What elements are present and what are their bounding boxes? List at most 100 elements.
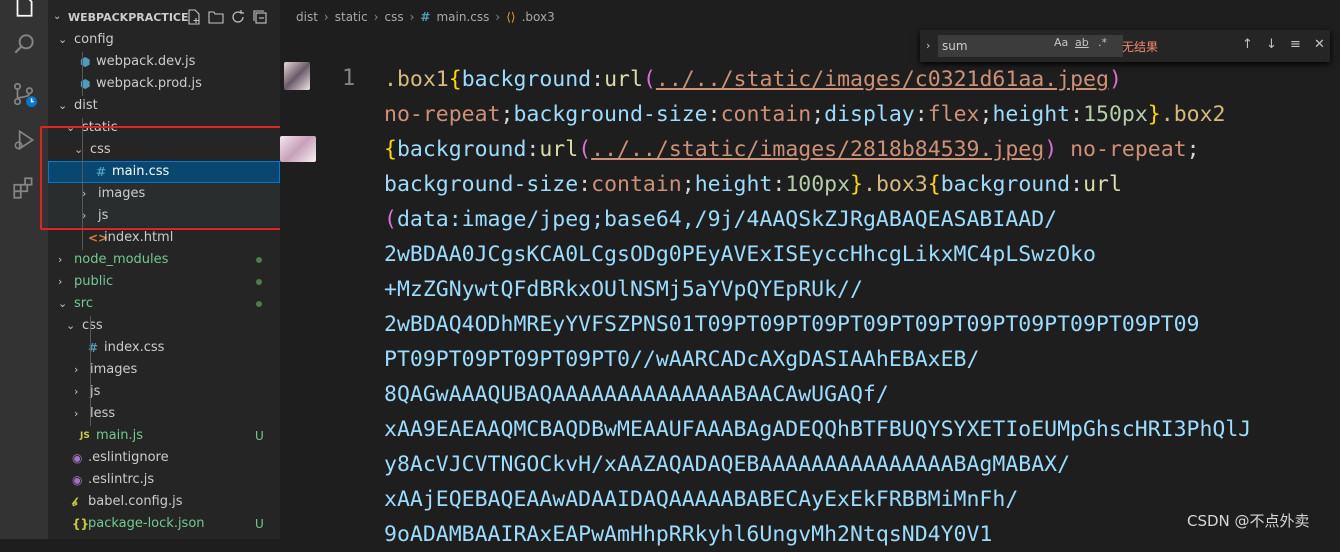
find-input[interactable]: sum [938, 35, 1123, 57]
collapse-all-icon[interactable] [252, 9, 268, 25]
tree-item[interactable]: ◉ .eslintrc.js [48, 469, 280, 491]
find-result-count: 无结果 [1122, 40, 1159, 54]
css-file-icon: # [420, 10, 431, 24]
code-line: 2wBDAA0JCgsKCA0LCgsODg0PEyAVExISEyccHhcg… [384, 242, 1096, 267]
chevron-right-icon[interactable]: › [74, 403, 78, 425]
tree-item[interactable]: › node_modules [48, 249, 280, 271]
tree-item[interactable]: {} package-lock.json U [48, 513, 280, 535]
find-query[interactable]: sum [942, 39, 968, 53]
file-type-icon: # [96, 165, 107, 179]
breadcrumb-symbol[interactable]: .box3 [522, 10, 555, 24]
code-line: background-size:contain;height:100px}.bo… [384, 172, 1122, 197]
tree-item[interactable]: ⌄ config [48, 29, 280, 51]
whole-word-toggle[interactable]: ab [1075, 36, 1089, 49]
indent-guide [82, 52, 83, 96]
tree-item-label: static [82, 120, 118, 135]
activity-bar [0, 0, 48, 539]
tree-item[interactable]: › less [48, 403, 280, 425]
tree-item-label: webpack.dev.js [96, 54, 196, 69]
chevron-down-icon[interactable]: ⌄ [66, 117, 75, 139]
find-widget: › sum Aa ab .* 无结果 ↑ ↓ ≡ ✕ [920, 30, 1330, 62]
breadcrumb-item[interactable]: dist [296, 10, 318, 24]
tree-item-label: css [82, 318, 103, 333]
file-type-icon: 𝒷 [72, 495, 78, 509]
workspace-title: WEBPACKPRACTICE [68, 11, 189, 24]
code-content[interactable]: .box1{background:url(../../static/images… [384, 62, 1340, 552]
file-type-icon: {} [72, 517, 90, 531]
tree-item-label: webpack.prod.js [96, 76, 202, 91]
tree-item[interactable]: # index.css [48, 337, 280, 359]
refresh-icon[interactable] [230, 9, 246, 25]
new-folder-icon[interactable] [208, 9, 224, 25]
tree-item-label: index.html [104, 230, 174, 245]
explorer-header[interactable]: ⌄ WEBPACKPRACTICE [48, 8, 280, 28]
file-type-icon: JS [80, 431, 90, 441]
match-case-toggle[interactable]: Aa [1054, 36, 1068, 49]
chevron-right-icon: › [373, 10, 379, 24]
tree-item[interactable]: ⌄ src [48, 293, 280, 315]
chevron-right-icon[interactable]: › [926, 39, 930, 52]
chevron-right-icon: › [495, 10, 501, 24]
tree-item[interactable]: 𝒷 babel.config.js [48, 491, 280, 513]
tree-item-label: config [74, 32, 114, 47]
regex-toggle[interactable]: .* [1098, 36, 1107, 49]
source-control-icon[interactable] [10, 80, 38, 108]
close-icon[interactable]: ✕ [1314, 37, 1325, 52]
search-icon[interactable] [10, 30, 38, 58]
tree-item-label: main.css [112, 164, 170, 179]
tree-item-label: node_modules [74, 252, 169, 267]
tree-item[interactable]: › public [48, 271, 280, 293]
chevron-right-icon[interactable]: › [74, 381, 78, 403]
chevron-down-icon[interactable]: ⌄ [58, 95, 67, 117]
tree-item[interactable]: › js [48, 381, 280, 403]
indent-guide [90, 316, 91, 426]
find-in-selection-icon[interactable]: ≡ [1290, 37, 1301, 52]
tree-item[interactable]: ⌄ css [48, 315, 280, 337]
code-line: 2wBDAQ4ODhMREyYVFSZPNS01T09PT09PT09PT09P… [384, 312, 1200, 337]
image-thumbnail [280, 136, 316, 162]
tree-item-label: images [90, 362, 138, 377]
code-line: PT09PT09PT09PT09PT0//wAARCADcAXgDASIAAhE… [384, 347, 980, 372]
new-file-icon[interactable] [186, 9, 202, 25]
chevron-down-icon[interactable]: ⌄ [66, 315, 75, 337]
tree-item[interactable]: ◉ .eslintignore [48, 447, 280, 469]
watermark: CSDN @不点外卖 [1187, 512, 1310, 530]
tree-item-label: dist [74, 98, 98, 113]
run-debug-icon[interactable] [10, 126, 38, 154]
git-status-badge: U [255, 517, 264, 531]
explorer-icon[interactable] [10, 0, 38, 20]
chevron-down-icon[interactable]: ⌄ [53, 11, 61, 22]
explorer-panel: ⌄ WEBPACKPRACTICE ⌄ config ⬢ webpack.dev.js… [48, 0, 280, 539]
tree-item-label: package-lock.json [88, 516, 205, 531]
breadcrumb-item[interactable]: css [385, 10, 404, 24]
arrow-down-icon[interactable]: ↓ [1266, 37, 1277, 52]
breadcrumb: dist › static › css › # main.css › ⟨⟩ .b… [296, 10, 555, 24]
git-status-badge: U [255, 429, 264, 443]
chevron-down-icon[interactable]: ⌄ [58, 293, 67, 315]
extensions-icon[interactable] [10, 174, 38, 202]
editor-area: dist › static › css › # main.css › ⟨⟩ .b… [280, 0, 1340, 547]
tree-item[interactable]: › images [48, 359, 280, 381]
arrow-up-icon[interactable]: ↑ [1242, 37, 1253, 52]
explorer-actions [186, 9, 268, 25]
tree-item[interactable]: JS main.js U [48, 425, 280, 447]
tree-item-label: main.js [96, 428, 143, 443]
tree-item-label: babel.config.js [88, 494, 183, 509]
chevron-down-icon[interactable]: ⌄ [58, 29, 67, 51]
tree-item-label: public [74, 274, 114, 289]
breadcrumb-item[interactable]: static [335, 10, 368, 24]
tree-item-label: js [90, 384, 101, 399]
image-thumbnail [284, 62, 310, 90]
tree-item-label: src [74, 296, 93, 311]
chevron-right-icon[interactable]: › [58, 271, 62, 293]
code-line: xAA9EAEAAQMCBAQDBwMEAAUFAAABAgADEQQhBTFB… [384, 417, 1252, 442]
chevron-right-icon[interactable]: › [74, 359, 78, 381]
tree-item[interactable]: ⌄ dist [48, 95, 280, 117]
symbol-icon: ⟨⟩ [506, 10, 516, 24]
file-type-icon: ◉ [72, 451, 83, 465]
chevron-right-icon[interactable]: › [58, 249, 62, 271]
breadcrumb-file[interactable]: main.css [436, 10, 489, 24]
tree-item-label: less [90, 406, 116, 421]
git-status-dot [256, 257, 262, 263]
file-type-icon: ◉ [72, 473, 83, 487]
